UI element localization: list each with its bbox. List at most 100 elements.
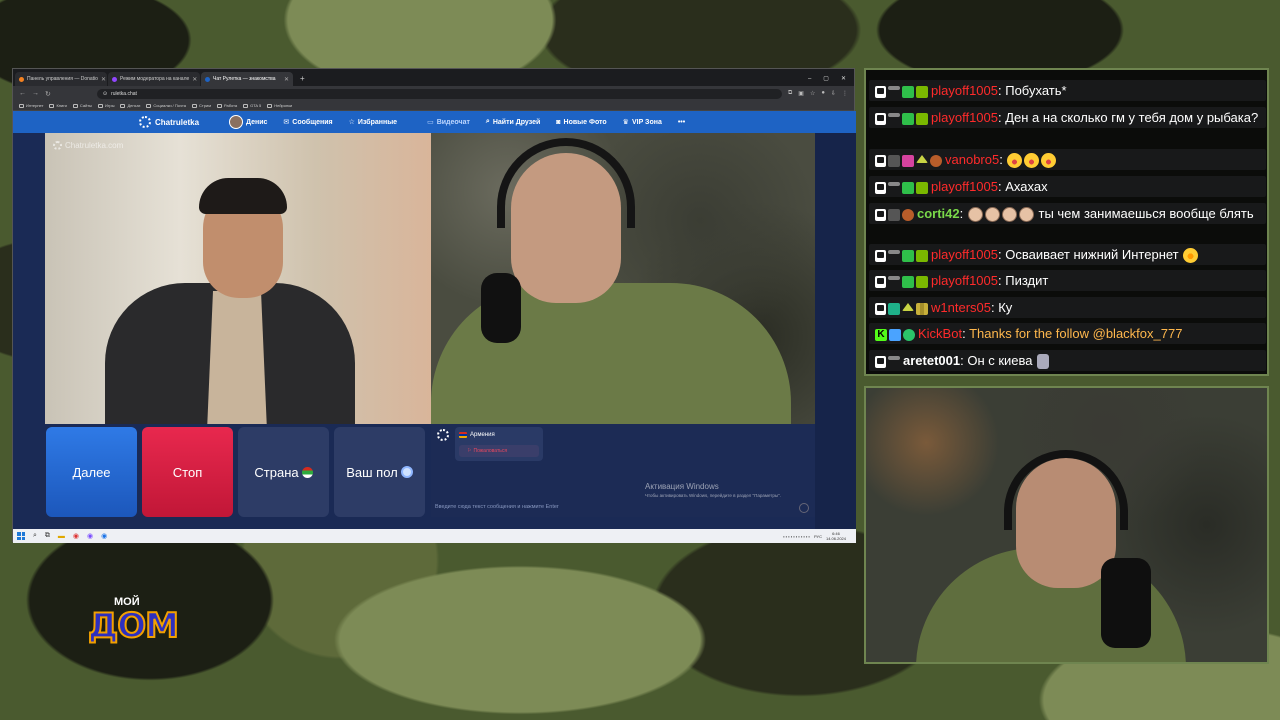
- gender-label: Ваш пол: [346, 464, 398, 480]
- twitch-icon: [875, 181, 886, 194]
- stream-chat-overlay: playoff1005: Побухать* playoff1005: Ден …: [864, 68, 1269, 376]
- file-explorer-icon[interactable]: ▬: [58, 533, 65, 540]
- toolbar-icons: ⧉ ▣ ☆ ● ⇩ ⋮: [788, 90, 848, 97]
- bookmark-folder[interactable]: Нейронки: [267, 103, 292, 108]
- nav-videochat[interactable]: ▭ Видеочат: [427, 118, 470, 127]
- bookmark-folder[interactable]: Сайты: [72, 103, 92, 108]
- sword-badge-icon: [889, 328, 901, 341]
- rl-badge-icon: [916, 181, 928, 194]
- report-label: Пожаловаться: [473, 448, 508, 454]
- tab-ruletka[interactable]: Чат Рулетка — знакомства ✕: [201, 72, 293, 86]
- face-emote-icon: [1001, 207, 1017, 223]
- page-sidebar: [815, 133, 856, 529]
- maximize-button[interactable]: ▢: [823, 72, 829, 86]
- pet-badge-icon: [902, 208, 914, 221]
- chat-text: Ден а на сколько гм у тебя дом у рыбака?: [1005, 110, 1259, 125]
- bookmark-folder[interactable]: Игры: [98, 103, 114, 108]
- tab-donation[interactable]: Панель управления — Donatio ✕: [15, 72, 107, 86]
- folder-icon: [19, 103, 24, 108]
- folder-icon: [243, 103, 249, 108]
- bookmark-folder[interactable]: Работа: [216, 103, 237, 108]
- chevron-up-icon: [902, 302, 914, 311]
- bookmark-folder[interactable]: Социалки / Почта: [146, 103, 186, 108]
- self-video: [431, 133, 815, 424]
- browser-icon[interactable]: ◉: [87, 532, 93, 540]
- tray-icons[interactable]: ▪ ▪ ▪ ▪ ▪ ▪ ▪ ▪ ▪ ▪ ▪: [783, 534, 810, 539]
- country-button[interactable]: Страна: [238, 427, 329, 517]
- nav-find-friends[interactable]: ⌕ Найти Друзей: [486, 118, 540, 126]
- chat-message: K KickBot: Thanks for the follow @blackfo…: [869, 323, 1266, 344]
- reload-icon[interactable]: ↻: [45, 90, 51, 98]
- site-info-icon[interactable]: ⊙: [103, 91, 107, 97]
- badge-icon: [888, 85, 900, 90]
- task-view-icon[interactable]: ⧉: [45, 532, 50, 540]
- close-icon[interactable]: ✕: [284, 76, 289, 83]
- face-emote-icon: [984, 207, 1000, 223]
- search-icon[interactable]: ⌕: [33, 532, 37, 540]
- video-icon: ▭: [427, 119, 434, 126]
- clock[interactable]: 6:46 14.06.2024: [826, 531, 846, 541]
- chat-username: KickBot: [918, 326, 963, 341]
- chat-message: aretet001: Он с киева: [869, 350, 1266, 372]
- bookmark-folder[interactable]: Книги: [49, 103, 67, 108]
- nav-messages[interactable]: ✉ Сообщения: [283, 118, 332, 127]
- address-bar[interactable]: ⊙ ruletka.chat: [96, 88, 782, 99]
- translate-icon[interactable]: ⧉: [788, 90, 792, 97]
- close-window-button[interactable]: ✕: [841, 72, 846, 86]
- stop-label: Стоп: [172, 464, 203, 480]
- gender-button[interactable]: Ваш пол: [334, 427, 425, 517]
- rl-badge-icon: [916, 112, 928, 125]
- chat-text: Пиздит: [1005, 273, 1049, 288]
- windows-start-icon[interactable]: [17, 532, 25, 540]
- twitch-icon: [875, 112, 886, 125]
- close-icon[interactable]: ✕: [192, 76, 197, 83]
- report-button[interactable]: ⚐ Пожаловаться: [459, 445, 539, 457]
- site-logo[interactable]: Chatruletka: [139, 116, 199, 128]
- chrome-icon[interactable]: ◉: [101, 532, 107, 540]
- bookmark-folder[interactable]: Стрим: [192, 103, 211, 108]
- camera-icon: ◙: [556, 118, 561, 126]
- folder-icon: [216, 103, 222, 108]
- bookmark-folder[interactable]: Интернет: [19, 103, 43, 108]
- check-badge-icon: [902, 249, 914, 262]
- bookmark-star-icon[interactable]: ☆: [810, 90, 815, 97]
- forward-arrow-icon[interactable]: →: [32, 90, 39, 97]
- back-arrow-icon[interactable]: ←: [19, 90, 26, 97]
- camera-icon[interactable]: ▣: [798, 90, 804, 97]
- stop-button[interactable]: Стоп: [142, 427, 233, 517]
- laugh-emote-icon: [1024, 153, 1040, 169]
- language-indicator[interactable]: РУС: [814, 534, 822, 539]
- bookmark-folder[interactable]: Деньги: [120, 103, 140, 108]
- bookmark-folder[interactable]: GTA 5: [243, 103, 261, 108]
- next-button[interactable]: Далее: [46, 427, 137, 517]
- badges: K: [875, 328, 915, 341]
- nav-profile[interactable]: Денис: [229, 115, 267, 129]
- chat-message: playoff1005: Пиздит: [869, 270, 1266, 291]
- emoji-icon[interactable]: [799, 503, 809, 513]
- nav-new-photos[interactable]: ◙ Новые Фото: [556, 119, 606, 126]
- nav-label: Найти Друзей: [492, 118, 541, 126]
- message-input[interactable]: Введите сюда текст сообщения и нажмите E…: [435, 504, 559, 510]
- new-tab-button[interactable]: +: [294, 72, 311, 86]
- tab-moderator[interactable]: Режим модератора на канале ✕: [108, 72, 200, 86]
- clock-date: 14.06.2024: [825, 536, 846, 541]
- extension-icon[interactable]: ●: [821, 90, 825, 97]
- app-icon[interactable]: ◉: [73, 532, 79, 540]
- site-navbar: Chatruletka Денис ✉ Сообщения ☆ Избранные …: [13, 111, 856, 133]
- nav-vip[interactable]: ♛ VIP Зона: [623, 118, 662, 127]
- nav-more[interactable]: •••: [678, 119, 685, 126]
- minimize-button[interactable]: –: [808, 72, 811, 86]
- partner-hair: [199, 178, 287, 214]
- chat-message: playoff1005: Ахахах: [869, 176, 1266, 197]
- menu-icon[interactable]: ⋮: [842, 90, 848, 97]
- close-icon[interactable]: ✕: [101, 76, 106, 83]
- bars-badge-icon: [916, 302, 928, 315]
- armenia-flag-icon: [459, 432, 467, 438]
- folder-icon: [72, 103, 78, 108]
- chatruletka-favicon-icon: [205, 76, 210, 82]
- badges: [875, 112, 928, 125]
- partner-info-card: Армения ⚐ Пожаловаться: [455, 427, 543, 461]
- folder-icon: [49, 103, 55, 108]
- nav-favorites[interactable]: ☆ Избранные: [349, 118, 397, 127]
- download-icon[interactable]: ⇩: [831, 90, 836, 97]
